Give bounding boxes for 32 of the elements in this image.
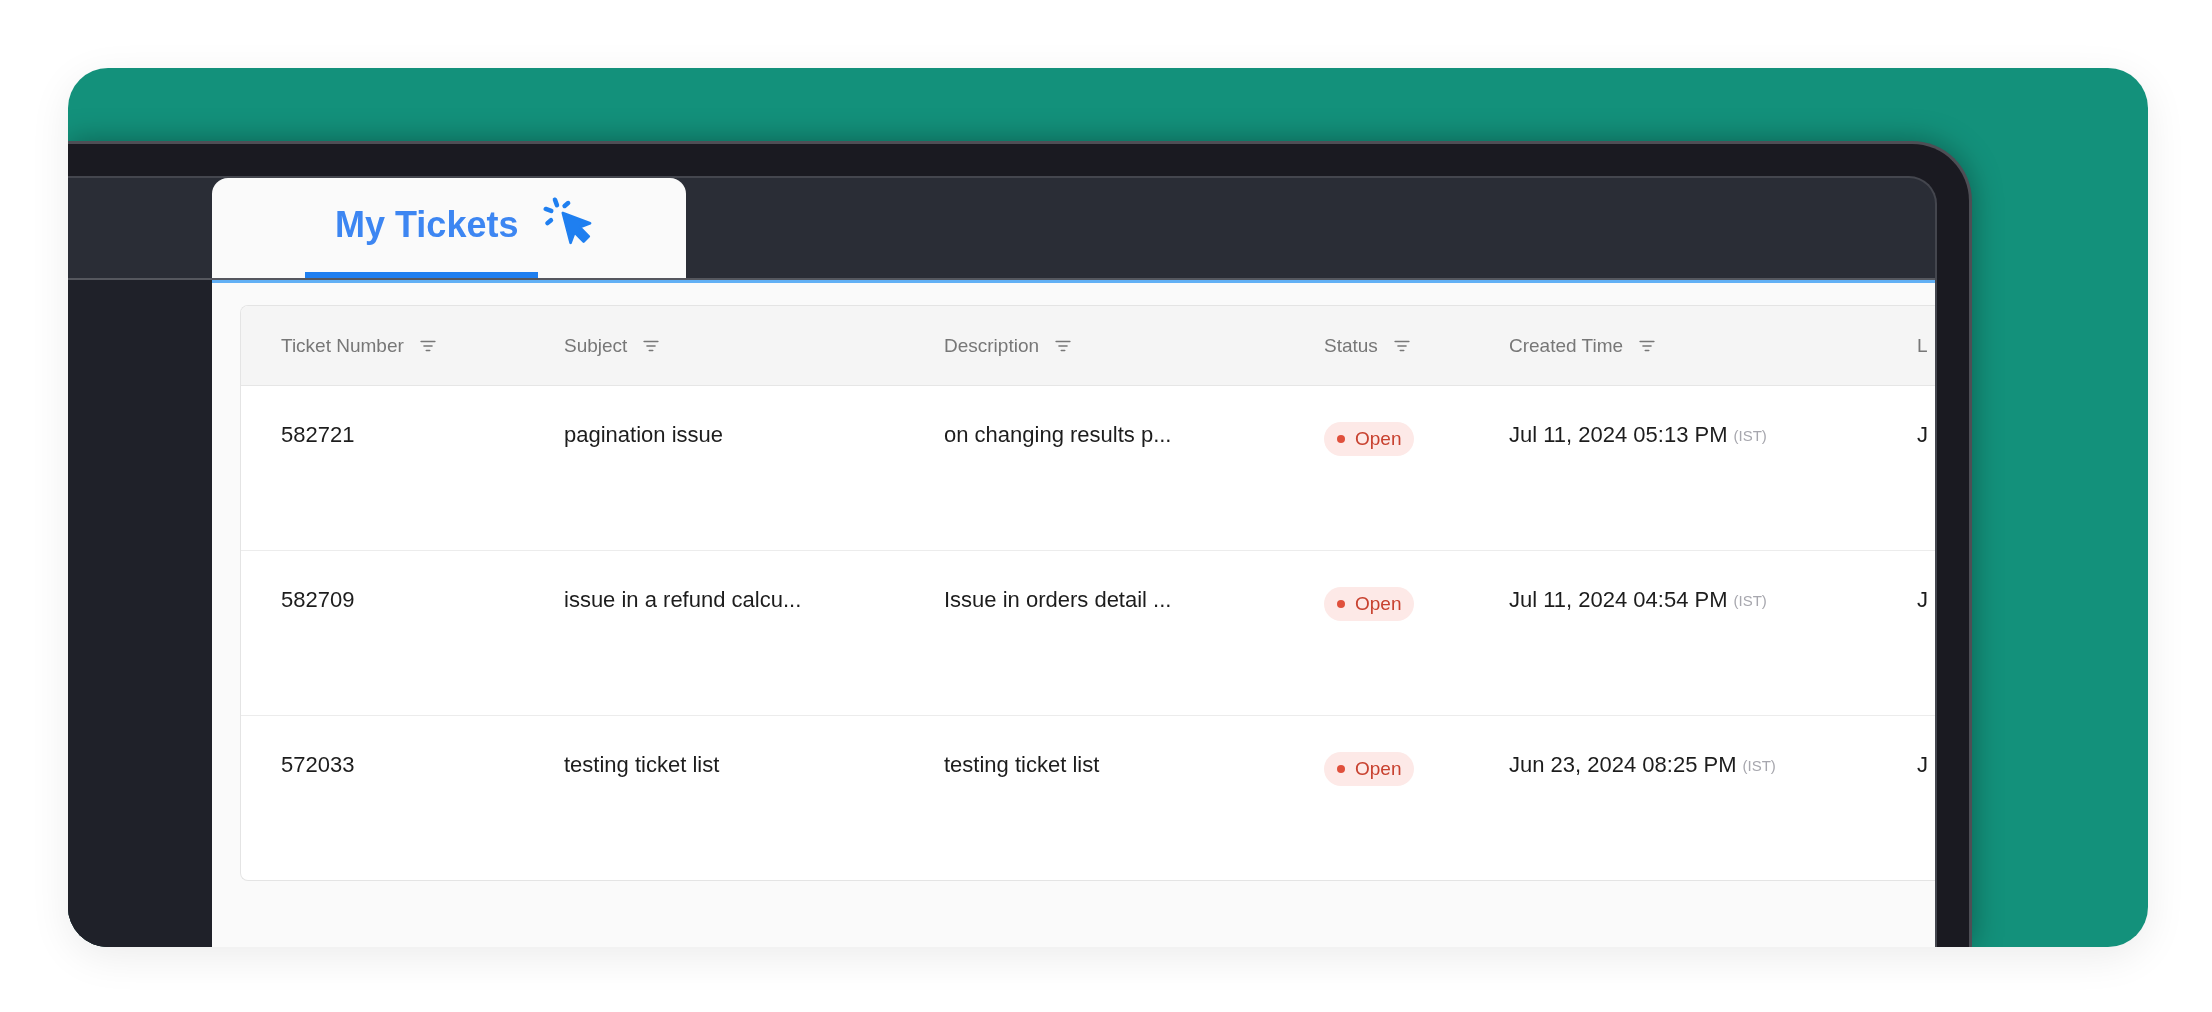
cut-cell-text: J	[1917, 422, 1928, 448]
subject-cell: pagination issue	[564, 422, 723, 448]
ticket-number: 572033	[281, 752, 355, 778]
filter-icon[interactable]	[419, 339, 436, 352]
created-time: Jun 23, 2024 08:25 PM	[1509, 752, 1737, 778]
cut-cell-text: J	[1917, 587, 1928, 613]
filter-icon[interactable]	[643, 339, 660, 352]
ticket-number: 582709	[281, 587, 355, 613]
status-badge: Open	[1324, 422, 1415, 456]
column-header[interactable]: L	[1917, 334, 1928, 357]
subject-cell: testing ticket list	[564, 752, 720, 778]
status-badge: Open	[1324, 752, 1415, 786]
filter-icon[interactable]	[1055, 339, 1072, 352]
timezone-label: (IST)	[1733, 426, 1767, 444]
status-badge: Open	[1324, 587, 1415, 621]
created-time: Jul 11, 2024 05:13 PM	[1509, 422, 1728, 448]
filter-icon[interactable]	[1393, 339, 1410, 352]
timezone-label: (IST)	[1733, 591, 1767, 609]
ticket-number: 582721	[281, 422, 355, 448]
filter-icon[interactable]	[1639, 339, 1656, 352]
description-cell: testing ticket list	[944, 752, 1100, 778]
column-header[interactable]: Description	[944, 334, 1040, 357]
subject-cell: issue in a refund calcu...	[564, 587, 802, 613]
timezone-label: (IST)	[1742, 756, 1776, 774]
cut-cell-text: J	[1917, 752, 1928, 778]
description-cell: on changing results p...	[944, 422, 1172, 448]
column-header[interactable]: Status	[1324, 334, 1378, 357]
description-cell: Issue in orders detail ...	[944, 587, 1172, 613]
column-header[interactable]: Ticket Number	[281, 334, 404, 357]
column-header[interactable]: Created Time	[1509, 334, 1624, 357]
column-header[interactable]: Subject	[564, 334, 628, 357]
created-time: Jul 11, 2024 04:54 PM	[1509, 587, 1728, 613]
